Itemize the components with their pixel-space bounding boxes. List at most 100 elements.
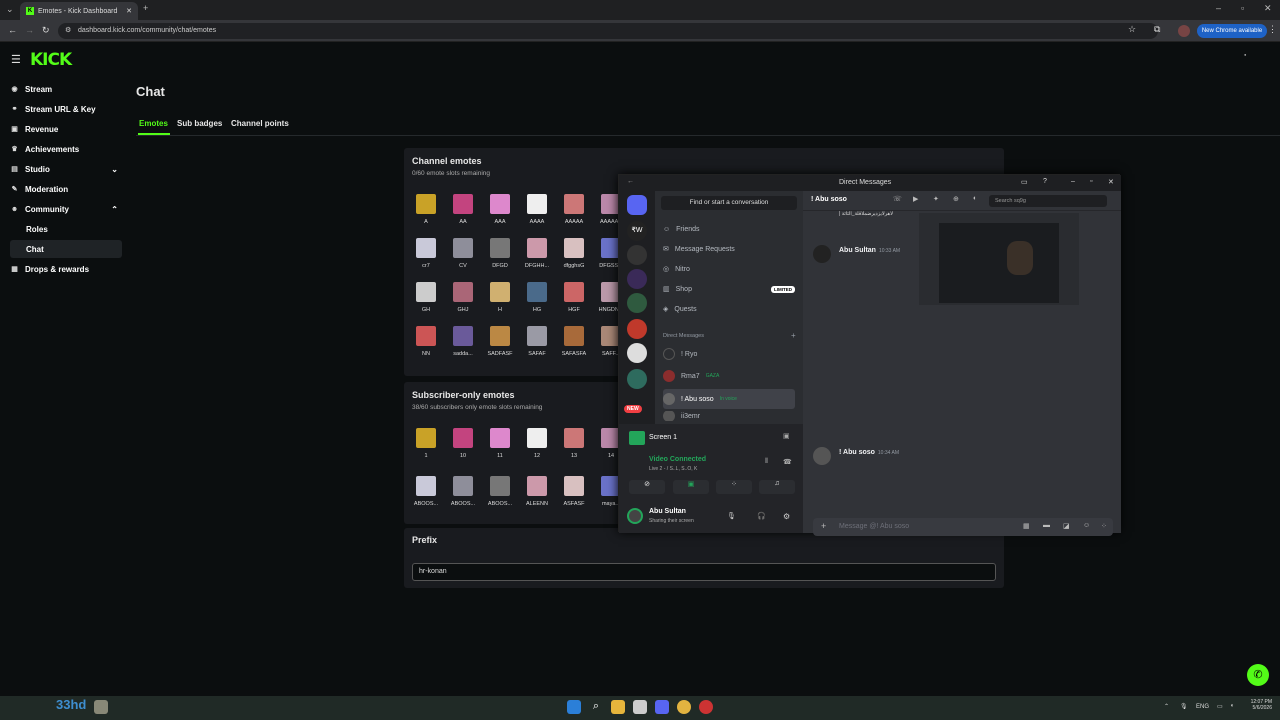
hamburger-menu-icon[interactable]: ☰ bbox=[11, 53, 21, 66]
user-profile-icon[interactable]: ◐ bbox=[973, 195, 977, 202]
emote-tile[interactable]: GHJ bbox=[445, 282, 481, 313]
soundboard-button[interactable]: ♫ bbox=[759, 480, 795, 494]
camera-off-button[interactable]: ⊘ bbox=[629, 480, 665, 494]
emote-tile[interactable]: cr7 bbox=[408, 238, 444, 269]
close-icon[interactable]: ✕ bbox=[1108, 178, 1114, 186]
maximize-icon[interactable]: ▫ bbox=[1090, 178, 1092, 185]
nav-chat[interactable]: Chat bbox=[10, 240, 122, 258]
dm-menu-friends[interactable]: ☺ Friends bbox=[663, 221, 795, 237]
dm-menu-shop[interactable]: ▥ Shop LIMITED bbox=[663, 281, 795, 297]
close-tab-icon[interactable]: ✕ bbox=[126, 7, 132, 15]
avatar[interactable] bbox=[813, 245, 831, 263]
emoji-icon[interactable]: ☺ bbox=[1083, 522, 1090, 529]
video-connected-status[interactable]: Video Connected bbox=[649, 456, 706, 463]
headphones-icon[interactable]: 🎧 bbox=[757, 512, 766, 520]
emote-tile[interactable]: 11 bbox=[482, 428, 518, 459]
chat-search-input[interactable]: Search sq9g bbox=[989, 195, 1107, 207]
disconnect-icon[interactable]: ☎ bbox=[783, 458, 792, 466]
apps-icon[interactable]: ⁘ bbox=[1101, 522, 1107, 530]
nav-revenue[interactable]: ▣ Revenue bbox=[10, 120, 122, 138]
server-icon[interactable] bbox=[627, 293, 647, 313]
create-dm-icon[interactable]: + bbox=[791, 331, 796, 340]
emote-tile[interactable]: DFGD bbox=[482, 238, 518, 269]
server-icon[interactable]: ₹W bbox=[627, 221, 647, 241]
kick-logo[interactable]: KICK bbox=[30, 50, 72, 70]
dm-menu-quests[interactable]: ◈ Quests bbox=[663, 301, 795, 317]
app-icon[interactable] bbox=[699, 700, 713, 714]
language-indicator[interactable]: ENG bbox=[1196, 704, 1209, 710]
emote-tile[interactable]: SAFASFA bbox=[556, 326, 592, 357]
emote-tile[interactable]: AAA bbox=[482, 194, 518, 225]
search-icon[interactable]: ⌕ bbox=[589, 700, 603, 714]
chrome-icon[interactable] bbox=[677, 700, 691, 714]
prefix-input[interactable]: hr-konan bbox=[412, 563, 996, 581]
mic-tray-icon[interactable]: 🎙 bbox=[1180, 703, 1188, 710]
nav-community[interactable]: ☻ Community ⌃ bbox=[10, 200, 122, 218]
nav-drops-rewards[interactable]: ▦ Drops & rewards bbox=[10, 260, 122, 278]
extensions-icon[interactable]: ⧉ bbox=[1154, 24, 1160, 35]
activities-button[interactable]: ⁘ bbox=[716, 480, 752, 494]
clock[interactable]: 12:07 PM 5/6/2026 bbox=[1244, 699, 1272, 711]
emote-tile[interactable]: ABOOS... bbox=[482, 476, 518, 507]
store-icon[interactable] bbox=[633, 700, 647, 714]
emote-tile[interactable]: HGF bbox=[556, 282, 592, 313]
emote-tile[interactable]: ALEENN bbox=[519, 476, 555, 507]
new-chrome-button[interactable]: New Chrome available bbox=[1197, 24, 1267, 38]
address-bar[interactable]: ⚙ dashboard.kick.com/community/chat/emot… bbox=[58, 23, 1158, 39]
pin-icon[interactable]: ✦ bbox=[933, 195, 939, 203]
nav-roles[interactable]: Roles bbox=[10, 220, 122, 238]
back-arrow-icon[interactable]: ← bbox=[627, 178, 634, 185]
minimize-icon[interactable]: – bbox=[1071, 178, 1075, 185]
minimize-icon[interactable]: – bbox=[1216, 3, 1221, 13]
nav-stream-url-key[interactable]: ⚭ Stream URL & Key bbox=[10, 100, 122, 118]
add-friends-icon[interactable]: ⊕ bbox=[953, 195, 959, 203]
start-windows-icon[interactable] bbox=[567, 700, 581, 714]
emote-tile[interactable]: SADFASF bbox=[482, 326, 518, 357]
emote-tile[interactable]: ABOOS... bbox=[445, 476, 481, 507]
emote-tile[interactable]: A bbox=[408, 194, 444, 225]
dm-item[interactable]: ii3emr bbox=[663, 411, 795, 421]
video-call-icon[interactable]: ▶ bbox=[913, 195, 918, 203]
nav-achievements[interactable]: ♛ Achievements bbox=[10, 140, 122, 158]
emote-tile[interactable]: ASFASF bbox=[556, 476, 592, 507]
browser-tab[interactable]: K Emotes - Kick Dashboard ✕ bbox=[20, 2, 138, 20]
tab-search-icon[interactable]: ⌄ bbox=[6, 4, 14, 15]
emote-tile[interactable]: CV bbox=[445, 238, 481, 269]
gift-icon[interactable]: ▦ bbox=[1023, 522, 1030, 530]
popout-icon[interactable]: ▣ bbox=[783, 432, 790, 440]
user-avatar[interactable]: ● bbox=[1244, 52, 1260, 64]
chrome-menu-icon[interactable]: ⋮ bbox=[1268, 24, 1277, 35]
dm-item[interactable]: Rma7 GAZA bbox=[663, 366, 795, 386]
microphone-icon[interactable]: 🎙 bbox=[727, 512, 736, 520]
tab-channel-points[interactable]: Channel points bbox=[231, 119, 289, 128]
emote-tile[interactable]: ABOOS... bbox=[408, 476, 444, 507]
dm-item[interactable]: ! Ryo bbox=[663, 346, 795, 362]
forward-icon[interactable]: → bbox=[25, 25, 34, 35]
emote-tile[interactable]: HG bbox=[519, 282, 555, 313]
emote-tile[interactable]: 12 bbox=[519, 428, 555, 459]
emote-tile[interactable]: 10 bbox=[445, 428, 481, 459]
file-explorer-icon[interactable] bbox=[611, 700, 625, 714]
close-window-icon[interactable]: ✕ bbox=[1264, 3, 1272, 14]
nav-studio[interactable]: ▤ Studio ⌄ bbox=[10, 160, 122, 178]
emote-tile[interactable]: H bbox=[482, 282, 518, 313]
server-icon[interactable] bbox=[627, 269, 647, 289]
dm-menu-message-requests[interactable]: ✉ Message Requests bbox=[663, 241, 795, 257]
bookmark-star-icon[interactable]: ☆ bbox=[1128, 24, 1136, 35]
emote-tile[interactable]: GH bbox=[408, 282, 444, 313]
emote-tile[interactable]: AA bbox=[445, 194, 481, 225]
find-conversation-input[interactable]: Find or start a conversation bbox=[661, 196, 797, 210]
emote-tile[interactable]: AAAAA bbox=[556, 194, 592, 225]
attach-plus-icon[interactable]: + bbox=[821, 521, 826, 531]
user-avatar[interactable] bbox=[627, 508, 643, 524]
dm-menu-nitro[interactable]: ◎ Nitro bbox=[663, 261, 795, 277]
weather-widget[interactable]: 33hd bbox=[56, 697, 86, 712]
avatar[interactable] bbox=[813, 447, 831, 465]
profile-avatar[interactable] bbox=[1178, 25, 1190, 37]
settings-gear-icon[interactable]: ⚙ bbox=[783, 512, 790, 521]
help-icon[interactable]: ? bbox=[1043, 178, 1047, 185]
tray-chevron-icon[interactable]: ⌃ bbox=[1164, 703, 1169, 710]
chat-help-icon[interactable]: ✆ bbox=[1247, 664, 1269, 686]
volume-icon[interactable]: ◖ bbox=[1230, 703, 1234, 709]
emote-tile[interactable]: AAAA bbox=[519, 194, 555, 225]
